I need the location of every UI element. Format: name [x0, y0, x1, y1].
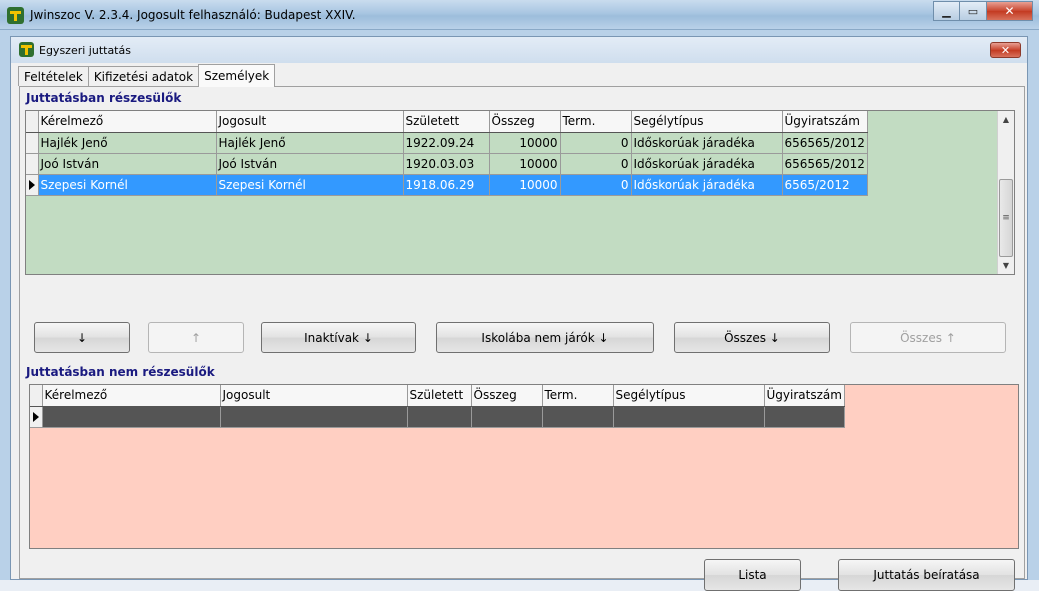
column-header-jogosult[interactable]: Jogosult: [220, 385, 408, 407]
included-header-row: Kérelmező Jogosult Született Összeg Term…: [26, 111, 868, 133]
column-header-szuletett[interactable]: Született: [403, 111, 490, 133]
cell-term: 0: [560, 153, 632, 175]
scroll-thumb[interactable]: ≡: [999, 179, 1013, 257]
dialog-title: Egyszeri juttatás: [39, 44, 131, 57]
column-header-term[interactable]: Term.: [560, 111, 632, 133]
column-header-segelytipus[interactable]: Segélytípus: [613, 385, 765, 407]
column-header-ugyiratszam[interactable]: Ügyiratszám: [782, 111, 868, 133]
cell-kerelmezo: [42, 406, 221, 428]
app-close-button[interactable]: ✕: [987, 1, 1033, 21]
included-section-label: Juttatásban részesülők: [26, 91, 182, 105]
cell-kerelmezo: Hajlék Jenő: [38, 132, 217, 154]
column-header-ugyiratszam[interactable]: Ügyiratszám: [764, 385, 845, 407]
row-indicator: [26, 132, 39, 154]
cell-segelytipus: [613, 406, 765, 428]
column-header-osszeg[interactable]: Összeg: [471, 385, 543, 407]
window-controls: ▁ ▭ ✕: [933, 1, 1033, 21]
column-header-kerelmezo[interactable]: Kérelmező: [38, 111, 217, 133]
minimize-button[interactable]: ▁: [933, 1, 960, 21]
cell-jogosult: Hajlék Jenő: [216, 132, 404, 154]
column-header-jogosult[interactable]: Jogosult: [216, 111, 404, 133]
cell-jogosult: [220, 406, 408, 428]
cell-osszeg: [471, 406, 543, 428]
cell-szuletett: 1918.06.29: [403, 174, 490, 196]
column-header-osszeg[interactable]: Összeg: [489, 111, 561, 133]
table-row-selected[interactable]: Szepesi Kornél Szepesi Kornél 1918.06.29…: [26, 174, 868, 196]
tab-kifizetesi-adatok[interactable]: Kifizetési adatok: [87, 66, 200, 86]
row-pointer-icon: [26, 174, 39, 196]
column-header-szuletett[interactable]: Született: [407, 385, 472, 407]
tab-feltetelek[interactable]: Feltételek: [18, 66, 89, 86]
excluded-section-label: Juttatásban nem részesülők: [26, 365, 215, 379]
app-title: Jwinszoc V. 2.3.4. Jogosult felhasználó:…: [30, 8, 356, 22]
table-row-empty[interactable]: [30, 406, 845, 428]
dialog-titlebar: Egyszeri juttatás ✕: [11, 37, 1027, 63]
app-logo-icon: [7, 7, 24, 24]
cell-segelytipus: Időskorúak járadéka: [631, 132, 783, 154]
cell-szuletett: [407, 406, 472, 428]
cell-ugyiratszam: [764, 406, 845, 428]
tab-bar: Feltételek Kifizetési adatok Személyek: [18, 64, 276, 87]
maximize-button[interactable]: ▭: [960, 1, 987, 21]
excluded-header-row: Kérelmező Jogosult Született Összeg Term…: [30, 385, 845, 407]
included-table: Kérelmező Jogosult Született Összeg Term…: [26, 111, 868, 196]
scroll-down-arrow-icon[interactable]: ▼: [998, 257, 1014, 274]
cell-segelytipus: Időskorúak járadéka: [631, 153, 783, 175]
excluded-table: Kérelmező Jogosult Született Összeg Term…: [30, 385, 845, 428]
tab-panel-szemelyek: Juttatásban részesülők Kérelmező Jogosul…: [19, 86, 1025, 591]
cell-ugyiratszam: 656565/2012: [782, 132, 868, 154]
cell-kerelmezo: Szepesi Kornél: [38, 174, 217, 196]
inactive-down-button[interactable]: Inaktívak ↓: [261, 322, 416, 353]
cell-szuletett: 1920.03.03: [403, 153, 490, 175]
row-pointer-icon: [30, 406, 43, 428]
all-up-button[interactable]: Összes ↑: [850, 322, 1006, 353]
submit-benefit-button[interactable]: Juttatás beíratása: [838, 559, 1015, 591]
list-button[interactable]: Lista: [704, 559, 801, 591]
cell-jogosult: Joó István: [216, 153, 404, 175]
tab-szemelyek[interactable]: Személyek: [198, 64, 276, 87]
dialog-logo-icon: [19, 42, 34, 57]
dialog-window: Egyszeri juttatás ✕ Feltételek Kifizetés…: [10, 36, 1028, 591]
move-down-button[interactable]: ↓: [34, 322, 130, 353]
cell-ugyiratszam: 656565/2012: [782, 153, 868, 175]
all-down-button[interactable]: Összes ↓: [674, 322, 830, 353]
cell-jogosult: Szepesi Kornél: [216, 174, 404, 196]
scroll-up-arrow-icon[interactable]: ▲: [998, 111, 1014, 128]
cell-osszeg: 10000: [489, 174, 561, 196]
cell-term: [542, 406, 614, 428]
app-titlebar: Jwinszoc V. 2.3.4. Jogosult felhasználó:…: [0, 0, 1039, 30]
dialog-close-button[interactable]: ✕: [990, 42, 1021, 58]
table-row[interactable]: Hajlék Jenő Hajlék Jenő 1922.09.24 10000…: [26, 132, 868, 154]
not-in-school-down-button[interactable]: Iskolába nem járók ↓: [436, 322, 654, 353]
included-grid[interactable]: Kérelmező Jogosult Született Összeg Term…: [25, 110, 1015, 275]
row-indicator: [26, 153, 39, 175]
excluded-grid[interactable]: Kérelmező Jogosult Született Összeg Term…: [29, 384, 1019, 549]
cell-segelytipus: Időskorúak járadéka: [631, 174, 783, 196]
cell-osszeg: 10000: [489, 153, 561, 175]
row-indicator-header: [30, 385, 43, 407]
row-indicator-header: [26, 111, 39, 133]
cell-szuletett: 1922.09.24: [403, 132, 490, 154]
cell-ugyiratszam: 6565/2012: [782, 174, 868, 196]
column-header-term[interactable]: Term.: [542, 385, 614, 407]
column-header-segelytipus[interactable]: Segélytípus: [631, 111, 783, 133]
cell-kerelmezo: Joó István: [38, 153, 217, 175]
cell-term: 0: [560, 132, 632, 154]
cell-osszeg: 10000: [489, 132, 561, 154]
cell-term: 0: [560, 174, 632, 196]
column-header-kerelmezo[interactable]: Kérelmező: [42, 385, 221, 407]
included-vertical-scrollbar[interactable]: ▲ ≡ ▼: [997, 111, 1014, 274]
move-up-button[interactable]: ↑: [148, 322, 244, 353]
table-row[interactable]: Joó István Joó István 1920.03.03 10000 0…: [26, 153, 868, 175]
